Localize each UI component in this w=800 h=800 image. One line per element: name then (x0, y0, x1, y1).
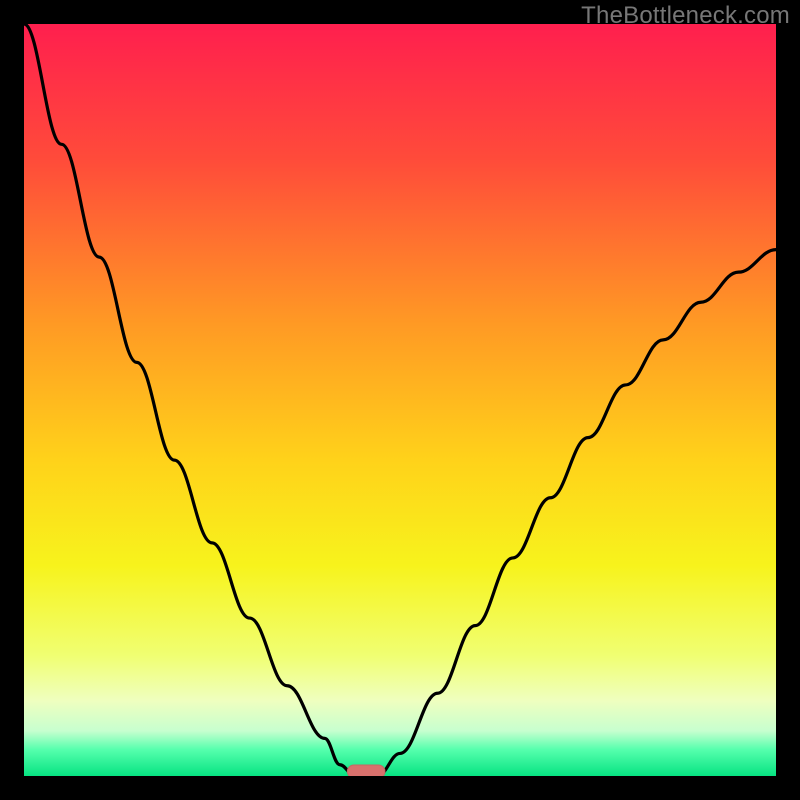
watermark-text: TheBottleneck.com (581, 2, 790, 30)
chart-svg (24, 24, 776, 776)
chart-background (24, 24, 776, 776)
chart-plot-area (24, 24, 776, 776)
chart-frame: TheBottleneck.com (0, 0, 800, 800)
optimal-marker (347, 765, 385, 776)
